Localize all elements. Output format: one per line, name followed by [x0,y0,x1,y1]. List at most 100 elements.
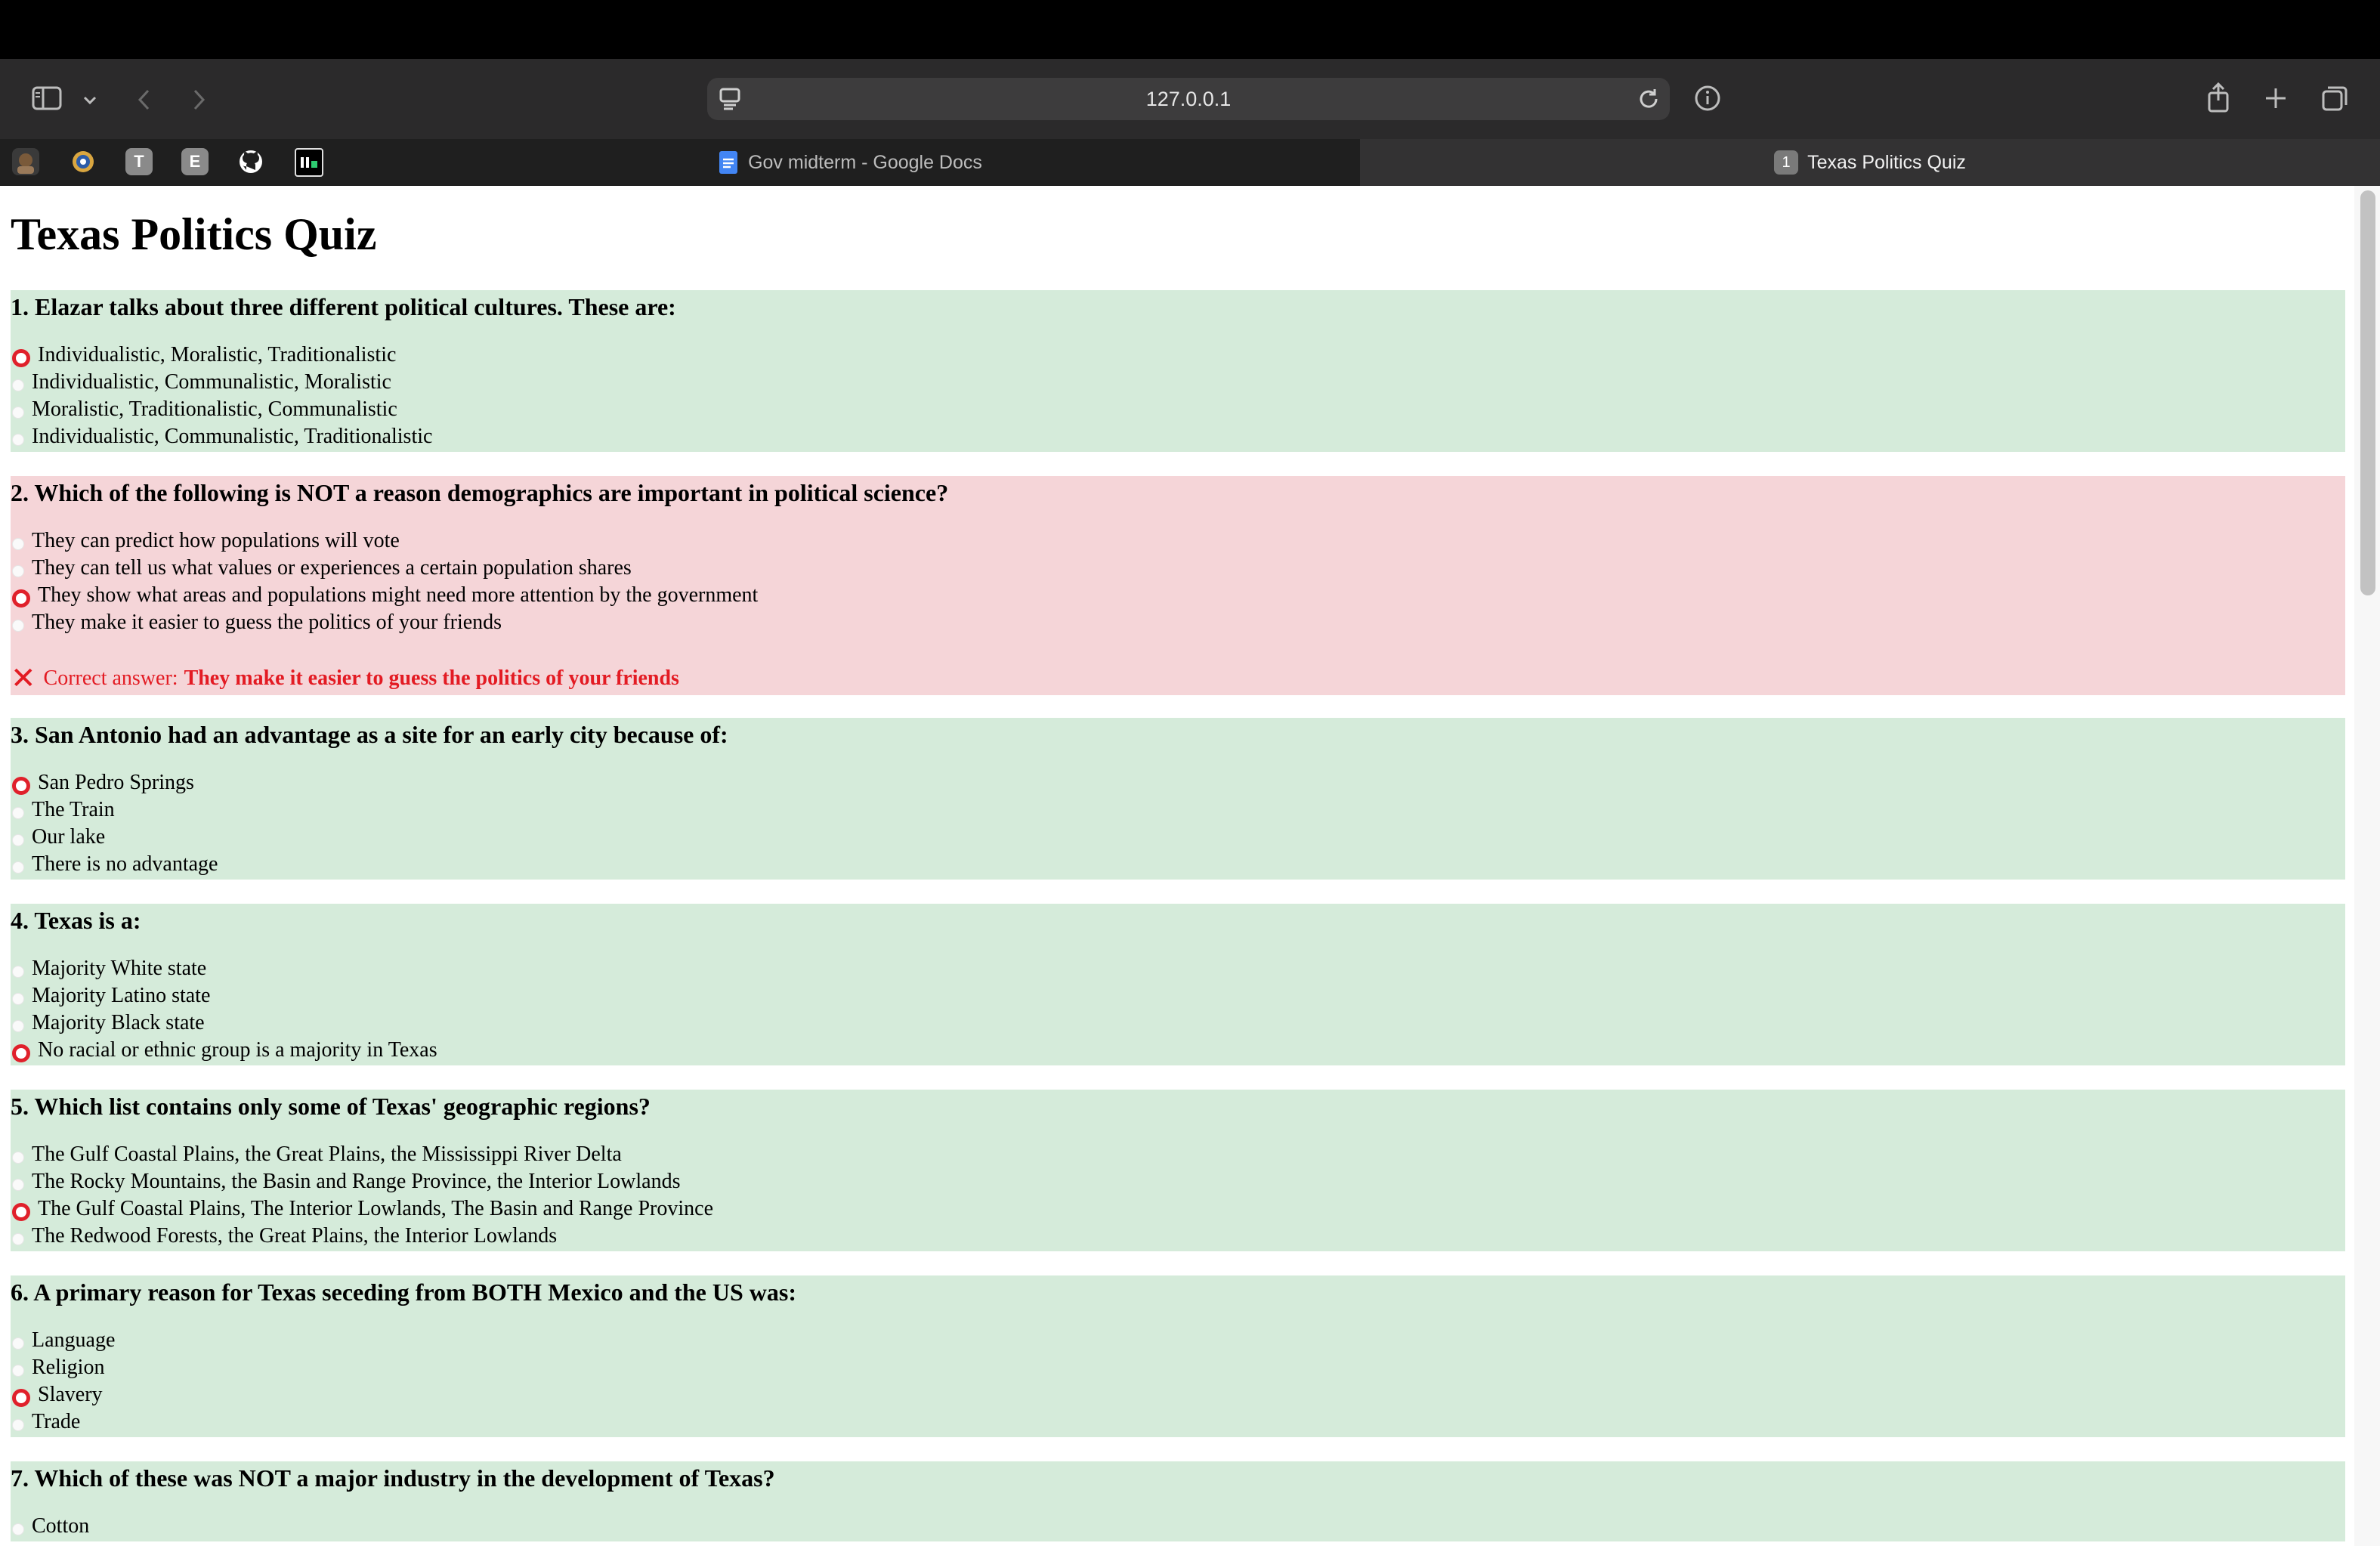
radio-button[interactable] [12,861,24,873]
answer-option[interactable]: Language [11,1327,2345,1354]
sidebar-toggle-icon[interactable] [30,82,63,115]
forward-arrow-icon[interactable] [186,85,213,115]
chevron-down-icon[interactable] [79,89,101,112]
answer-option[interactable]: They can tell us what values or experien… [11,555,2345,582]
answer-option-label: There is no advantage [32,852,218,876]
favorite-t-icon[interactable]: T [125,148,153,175]
answer-option-label: The Gulf Coastal Plains, The Interior Lo… [38,1197,714,1220]
radio-button[interactable] [12,1365,24,1377]
feedback-prefix: Correct answer: [43,666,178,690]
tab-texas-politics-quiz[interactable]: 1 Texas Politics Quiz [1360,139,2380,186]
answer-option[interactable]: Trade [11,1408,2345,1436]
radio-selected[interactable] [12,589,30,608]
answer-option-label: Individualistic, Communalistic, Traditio… [32,425,433,448]
radio-button[interactable] [12,620,24,632]
share-icon[interactable] [2202,79,2235,116]
radio-button[interactable] [12,1179,24,1191]
answer-option[interactable]: San Pedro Springs [11,769,2345,796]
reload-icon[interactable] [1637,87,1661,116]
radio-button[interactable] [12,1020,24,1032]
radio-button[interactable] [12,1337,24,1350]
radio-button[interactable] [12,834,24,846]
answer-option-label: They can tell us what values or experien… [32,556,632,580]
answer-option[interactable]: Cotton [11,1513,2345,1540]
page-settings-icon[interactable] [719,88,740,116]
answer-option-label: Majority Latino state [32,984,211,1007]
answer-option[interactable]: Religion [11,1354,2345,1381]
answer-option[interactable]: The Gulf Coastal Plains, the Great Plain… [11,1141,2345,1168]
radio-button[interactable] [12,1523,24,1535]
answer-option[interactable]: Majority Black state [11,1010,2345,1037]
answer-options: Cotton [11,1513,2345,1540]
question-text: 1. Elazar talks about three different po… [11,293,676,320]
answer-option-label: Language [32,1328,116,1352]
answer-option[interactable]: The Train [11,796,2345,824]
answer-option-label: Individualistic, Communalistic, Moralist… [32,370,391,394]
radio-button[interactable] [12,407,24,419]
radio-button[interactable] [12,538,24,550]
answer-option-label: Religion [32,1356,105,1379]
radio-selected[interactable] [12,349,30,367]
new-tab-plus-icon[interactable] [2259,82,2292,115]
question-card: 4. Texas is a: Majority White state Majori… [11,904,2345,1065]
answer-option[interactable]: The Rocky Mountains, the Basin and Range… [11,1168,2345,1195]
radio-selected[interactable] [12,1389,30,1407]
answer-feedback: ✕ Correct answer: They make it easier to g… [11,663,2345,694]
answer-options: Majority White state Majority Latino stat… [11,955,2345,1064]
info-icon[interactable] [1691,82,1724,115]
radio-button[interactable] [12,993,24,1005]
tab-badge: 1 [1774,150,1799,175]
tab-label: Gov midterm - Google Docs [748,151,982,173]
question-text: 5. Which list contains only some of Texa… [11,1093,651,1120]
scrollbar-track[interactable] [2354,186,2380,1546]
answer-option[interactable]: Moralistic, Traditionalistic, Communalis… [11,396,2345,423]
back-arrow-icon[interactable] [130,85,157,115]
answer-option[interactable]: There is no advantage [11,851,2345,878]
answer-option[interactable]: Individualistic, Communalistic, Traditio… [11,423,2345,450]
scrollbar-thumb[interactable] [2360,190,2375,595]
answer-option[interactable]: They show what areas and populations mig… [11,582,2345,609]
answer-option-label: Moralistic, Traditionalistic, Communalis… [32,397,397,421]
answer-option-label: The Gulf Coastal Plains, the Great Plain… [32,1142,622,1166]
answer-option[interactable]: The Redwood Forests, the Great Plains, t… [11,1223,2345,1250]
tab-overview-icon[interactable] [2318,82,2351,115]
question-text: 6. A primary reason for Texas seceding f… [11,1279,796,1306]
answer-option[interactable]: The Gulf Coastal Plains, The Interior Lo… [11,1195,2345,1223]
address-bar[interactable]: 127.0.0.1 [707,78,1670,120]
radio-button[interactable] [12,1419,24,1431]
answer-option[interactable]: No racial or ethnic group is a majority … [11,1037,2345,1064]
answer-option[interactable]: Majority White state [11,955,2345,982]
answer-option-label: The Rocky Mountains, the Basin and Range… [32,1170,681,1193]
radio-button[interactable] [12,565,24,577]
answer-options: The Gulf Coastal Plains, the Great Plain… [11,1141,2345,1250]
answer-option-label: Majority White state [32,957,207,980]
answer-option-label: They can predict how populations will vo… [32,529,400,552]
answer-option-label: Individualistic, Moralistic, Traditional… [38,343,397,366]
tab-google-docs[interactable]: Gov midterm - Google Docs [342,139,1360,186]
favorite-gear-flower-icon[interactable] [70,148,97,175]
answer-option-label: They make it easier to guess the politic… [32,611,502,634]
favorite-terminal-icon[interactable] [295,148,323,177]
answer-option[interactable]: Majority Latino state [11,982,2345,1010]
answer-option[interactable]: They make it easier to guess the politic… [11,609,2345,636]
question-text: 3. San Antonio had an advantage as a sit… [11,721,728,748]
radio-selected[interactable] [12,777,30,795]
radio-button[interactable] [12,966,24,978]
answer-option[interactable]: Slavery [11,1381,2345,1408]
answer-options: Language Religion Slavery Trade [11,1327,2345,1436]
favorite-github-icon[interactable] [237,148,264,175]
radio-button[interactable] [12,807,24,819]
favorite-e-icon[interactable]: E [181,148,209,175]
answer-option[interactable]: Individualistic, Communalistic, Moralist… [11,369,2345,396]
answer-option[interactable]: Our lake [11,824,2345,851]
radio-button[interactable] [12,1152,24,1164]
answer-option[interactable]: They can predict how populations will vo… [11,527,2345,555]
radio-selected[interactable] [12,1203,30,1221]
radio-button[interactable] [12,1233,24,1245]
radio-button[interactable] [12,379,24,391]
radio-selected[interactable] [12,1044,30,1062]
answer-option-label: The Redwood Forests, the Great Plains, t… [32,1224,558,1248]
favorite-avatar-icon[interactable] [12,148,39,175]
answer-option[interactable]: Individualistic, Moralistic, Traditional… [11,342,2345,369]
radio-button[interactable] [12,434,24,446]
